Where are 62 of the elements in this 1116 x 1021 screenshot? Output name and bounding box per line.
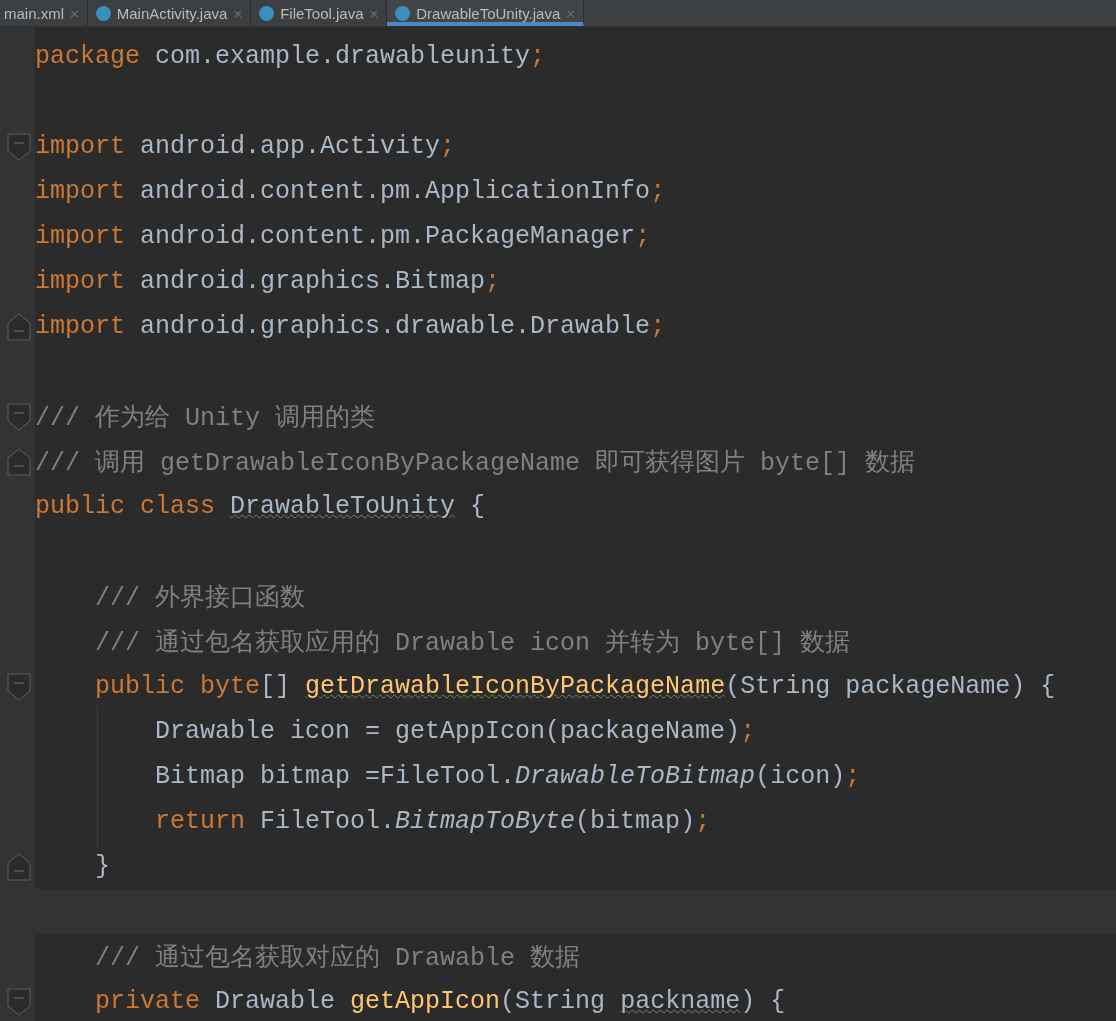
code-text: android.content.pm.ApplicationInfo <box>140 177 651 206</box>
method-call: BitmapToByte <box>395 807 576 836</box>
tab-label: FileTool.java <box>280 4 364 22</box>
code-keyword: ; <box>845 762 861 791</box>
code-identifier: DrawableToUnity <box>230 492 456 521</box>
code-comment: /// 作为给 Unity 调用的类 <box>35 404 376 433</box>
code-comment: /// 调用 getDrawableIconByPackageName 即可获得图片 byte[] 数据 <box>35 449 916 478</box>
code-text: Drawable <box>215 987 337 1016</box>
code-keyword: import <box>35 132 126 161</box>
code-comment: /// 通过包名获取对应的 Drawable 数据 <box>94 944 581 973</box>
code-keyword: ; <box>740 717 756 746</box>
code-keyword: ; <box>635 222 651 251</box>
fold-icon[interactable] <box>7 987 31 1016</box>
method-name: getAppIcon <box>350 987 501 1016</box>
code-text: (bitmap) <box>575 807 696 836</box>
editor-tab[interactable]: DrawableToUnity.java × <box>387 0 584 26</box>
code-text: android.app.Activity <box>140 132 441 161</box>
code-comment: /// 外界接口函数 <box>94 584 306 613</box>
code-text: { <box>469 492 486 521</box>
code-text: FileTool. <box>260 807 396 836</box>
code-keyword: ; <box>650 312 666 341</box>
code-identifier: packname <box>620 987 741 1016</box>
code-keyword: ; <box>530 42 546 71</box>
code-text: android.graphics.Bitmap <box>140 267 486 296</box>
code-keyword: private <box>94 987 202 1016</box>
code-text: android.content.pm.PackageManager <box>140 222 636 251</box>
code-text: Drawable icon = getAppIcon(packageName) <box>154 717 741 746</box>
code-keyword: return <box>154 807 247 836</box>
fold-icon[interactable] <box>7 447 31 476</box>
code-text: (icon) <box>755 762 846 791</box>
code-keyword: ; <box>650 177 666 206</box>
fold-icon[interactable] <box>7 132 31 161</box>
code-keyword: ; <box>485 267 501 296</box>
code-text: [] <box>260 672 292 701</box>
code-text: (String packageName) { <box>725 672 1056 701</box>
fold-icon[interactable] <box>7 852 31 881</box>
code-keyword: ; <box>695 807 711 836</box>
code-text: com.example.drawableunity <box>155 42 531 71</box>
method-name: getDrawableIconByPackageName <box>305 672 726 701</box>
code-keyword: public class <box>35 492 217 521</box>
fold-icon[interactable] <box>7 312 31 341</box>
code-text: (String <box>500 987 607 1016</box>
editor-tab[interactable]: main.xml × <box>0 0 88 26</box>
code-text: ) { <box>740 987 786 1016</box>
fold-icon[interactable] <box>7 672 31 701</box>
code-keyword: ; <box>440 132 456 161</box>
tab-label: main.xml <box>4 4 64 22</box>
method-call: DrawableToBitmap <box>515 762 756 791</box>
tab-label: DrawableToUnity.java <box>416 4 561 22</box>
code-keyword: import <box>35 267 126 296</box>
code-keyword: package <box>35 42 142 71</box>
code-text: } <box>94 852 110 881</box>
code-keyword: import <box>35 177 126 206</box>
tab-label: MainActivity.java <box>116 4 228 22</box>
fold-icon[interactable] <box>7 402 31 431</box>
code-keyword: import <box>35 312 126 341</box>
code-keyword: public byte <box>94 672 261 701</box>
code-text: android.graphics.drawable.Drawable <box>140 312 651 341</box>
code-keyword: import <box>35 222 126 251</box>
editor-tab[interactable]: MainActivity.java × <box>87 0 252 26</box>
code-text: Bitmap bitmap =FileTool. <box>154 762 516 791</box>
code-comment: /// 通过包名获取应用的 Drawable icon 并转为 byte[] 数据 <box>94 629 851 658</box>
